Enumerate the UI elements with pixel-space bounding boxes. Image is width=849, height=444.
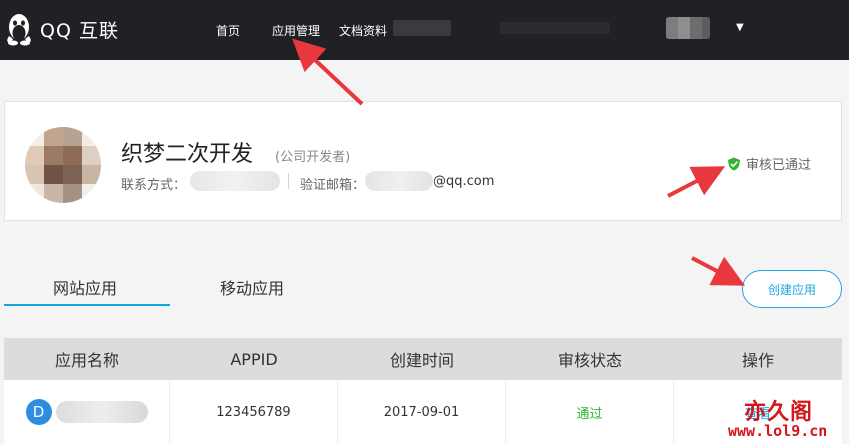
app-table-header: 应用名称 APPID 创建时间 审核状态 操作 [4, 338, 842, 380]
verification-status-text: 审核已通过 [746, 158, 812, 173]
table-row: D 123456789 2017-09-01 通过 查看 [4, 380, 842, 444]
developer-profile-card: 织梦二次开发 (公司开发者) 联系方式： 验证邮箱： @qq.com 审核已通过 [4, 101, 842, 221]
status-cell: 通过 [506, 380, 674, 444]
app-name-cell[interactable]: D [4, 380, 170, 444]
blurred-nav-item [500, 22, 610, 34]
nav-item-app-management[interactable]: 应用管理 [272, 22, 320, 39]
tab-mobile-apps[interactable]: 移动应用 [220, 275, 284, 299]
developer-type: (公司开发者) [275, 150, 351, 165]
nav-item-docs[interactable]: 文档资料 [339, 22, 387, 39]
watermark-url: www.lol9.cn [728, 422, 828, 440]
check-shield-icon [728, 157, 740, 170]
app-name-redacted [55, 401, 148, 423]
caret-down-icon[interactable]: ▼ [736, 22, 744, 33]
tab-website-apps[interactable]: 网站应用 [53, 275, 117, 299]
appid-cell: 123456789 [170, 380, 338, 444]
qq-connect-app-management-page: QQ 互联 首页 应用管理 文档资料 ▼ 织梦二次开发 (公司开发者) 联系方式… [0, 0, 849, 444]
nav-item-home[interactable]: 首页 [216, 22, 240, 39]
column-header-actions: 操作 [741, 351, 774, 370]
verification-status: 审核已通过 [727, 154, 811, 173]
contact-value-redacted [190, 171, 280, 191]
developer-name: 织梦二次开发 [121, 142, 254, 167]
column-header-created: 创建时间 [389, 351, 454, 370]
active-tab-indicator [4, 304, 170, 306]
email-user-redacted [365, 171, 433, 191]
created-date-cell: 2017-09-01 [338, 380, 506, 444]
brand-name: QQ 互联 [40, 19, 119, 42]
divider [288, 173, 289, 189]
app-icon: D [25, 399, 52, 425]
create-app-button[interactable]: 创建应用 [742, 270, 842, 308]
email-domain: @qq.com [433, 174, 495, 189]
column-header-app-name: 应用名称 [54, 351, 119, 370]
arrow-to-create-button [691, 256, 746, 286]
blurred-nav-item [393, 20, 451, 36]
developer-avatar [25, 127, 101, 203]
qq-penguin-icon [7, 14, 31, 46]
column-header-status: 审核状态 [557, 351, 622, 370]
column-header-appid: APPID [230, 349, 278, 369]
email-label: 验证邮箱： [300, 178, 366, 193]
qq-connect-logo[interactable]: QQ 互联 [4, 12, 119, 46]
top-navigation-bar: QQ 互联 首页 应用管理 文档资料 ▼ [0, 0, 849, 60]
contact-label: 联系方式： [121, 178, 187, 193]
user-avatar[interactable] [666, 17, 710, 39]
